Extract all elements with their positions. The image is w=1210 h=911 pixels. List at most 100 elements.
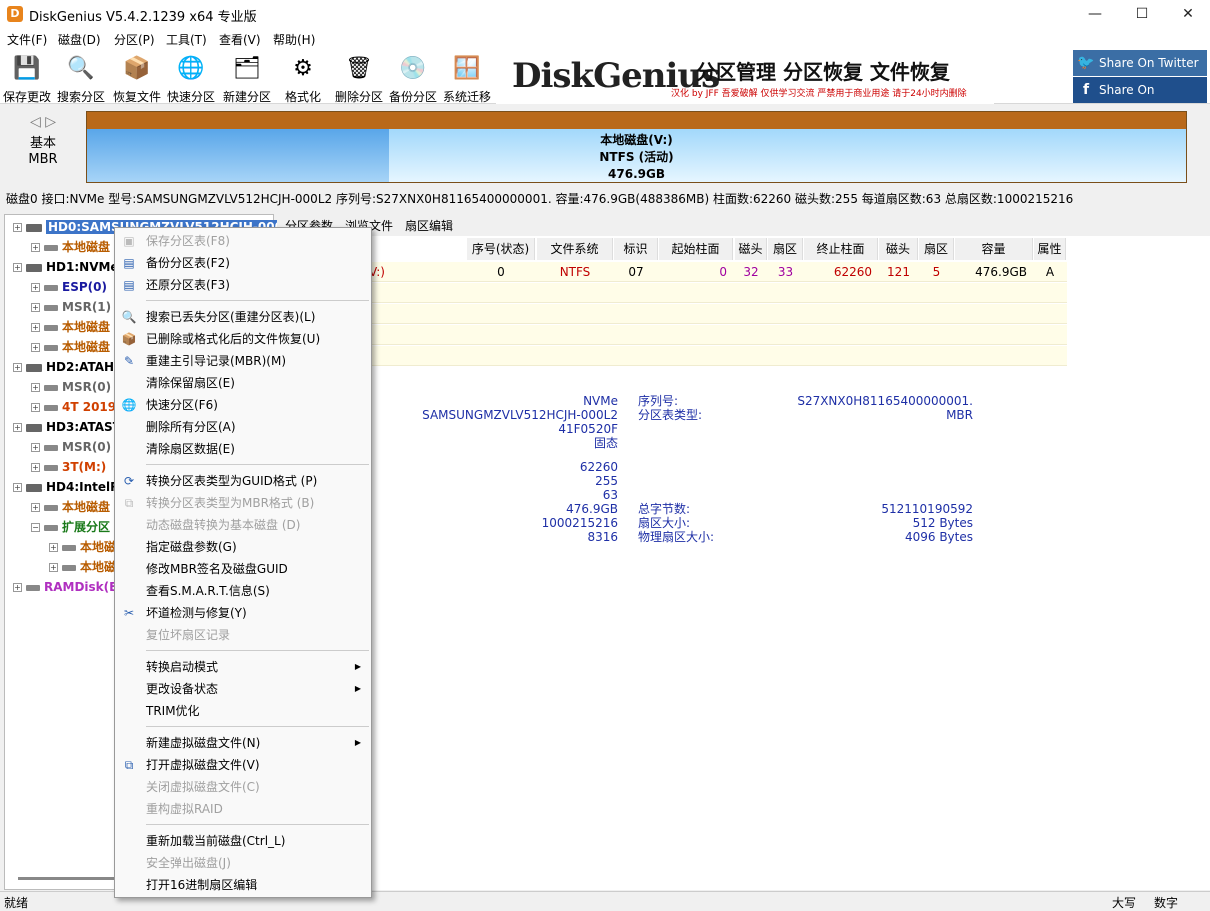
expand-icon[interactable]: − bbox=[31, 523, 40, 532]
column-header[interactable]: 扇区 bbox=[768, 238, 803, 260]
context-menu-item[interactable]: ✎ 重建主引导记录(MBR)(M) bbox=[115, 350, 371, 372]
context-menu-item[interactable]: 更改设备状态 ▶ bbox=[115, 678, 371, 700]
context-menu-item[interactable]: 🌐 快速分区(F6) bbox=[115, 394, 371, 416]
expand-icon[interactable]: + bbox=[31, 283, 40, 292]
format-button[interactable]: ⚙ 格式化 bbox=[280, 52, 326, 104]
minimize-button[interactable]: — bbox=[1072, 0, 1118, 28]
context-menu-item[interactable]: TRIM优化 bbox=[115, 700, 371, 722]
tree-partition-node[interactable]: +3T(M:) bbox=[31, 457, 106, 477]
context-menu-item[interactable]: 转换启动模式 ▶ bbox=[115, 656, 371, 678]
tree-partition-node[interactable]: + MSR(0) bbox=[31, 377, 111, 397]
table-row-empty[interactable] bbox=[277, 325, 1067, 345]
share-facebook-button[interactable]: fShare On Facebook bbox=[1073, 77, 1207, 123]
share-twitter-button[interactable]: 🐦 Share On Twitter bbox=[1073, 50, 1207, 76]
expand-icon[interactable]: + bbox=[31, 303, 40, 312]
tree-partition-node[interactable]: + 本地磁盘 bbox=[31, 337, 110, 357]
column-header[interactable]: 标识 bbox=[614, 238, 658, 260]
context-menu-item[interactable]: ⟳ 转换分区表类型为GUID格式 (P) bbox=[115, 470, 371, 492]
context-menu-item[interactable]: 打开16进制扇区编辑 bbox=[115, 874, 371, 896]
column-header[interactable]: 起始柱面 bbox=[659, 238, 733, 260]
system-migrate-button[interactable]: 🪟 系统迁移 bbox=[443, 52, 491, 104]
disk-nav-arrows[interactable]: ◁ ▷ bbox=[30, 114, 56, 130]
tree-partition-node[interactable]: + ESP(0) bbox=[31, 277, 107, 297]
tree-partition-node[interactable]: + 本地磁盘 bbox=[31, 237, 110, 257]
context-menu-item[interactable]: ▤ 备份分区表(F2) bbox=[115, 252, 371, 274]
column-header[interactable]: 属性 bbox=[1034, 238, 1066, 260]
context-menu-item[interactable]: 查看S.M.A.R.T.信息(S) bbox=[115, 580, 371, 602]
recover-files-button[interactable]: 📦 恢复文件 bbox=[113, 52, 161, 104]
table-row-empty[interactable] bbox=[277, 283, 1067, 303]
column-header[interactable]: 容量 bbox=[955, 238, 1033, 260]
menu-help[interactable]: 帮助(H) bbox=[273, 31, 315, 48]
table-row-empty[interactable] bbox=[277, 304, 1067, 324]
menu-tools[interactable]: 工具(T) bbox=[166, 31, 207, 48]
tree-disk-node[interactable]: + HD2:ATAH bbox=[13, 357, 114, 377]
context-menu-item[interactable]: 指定磁盘参数(G) bbox=[115, 536, 371, 558]
column-header[interactable]: 扇区 bbox=[919, 238, 954, 260]
context-menu-item[interactable]: 重新加载当前磁盘(Ctrl_L) bbox=[115, 830, 371, 852]
menu-separator bbox=[146, 300, 369, 301]
backup-partition-button[interactable]: 💿 备份分区 bbox=[389, 52, 437, 104]
context-menu-item[interactable]: ▤ 还原分区表(F3) bbox=[115, 274, 371, 296]
context-menu-item[interactable]: 新建虚拟磁盘文件(N) ▶ bbox=[115, 732, 371, 754]
context-menu-item[interactable]: 清除扇区数据(E) bbox=[115, 438, 371, 460]
tree-partition-node[interactable]: + 本地磁盘 bbox=[31, 497, 110, 517]
context-menu-item[interactable]: 删除所有分区(A) bbox=[115, 416, 371, 438]
tab-sector-editor[interactable]: 扇区编辑 bbox=[405, 217, 453, 234]
table-cell: 33 bbox=[777, 265, 794, 279]
save-changes-button[interactable]: 💾 保存更改 bbox=[3, 52, 51, 104]
context-menu-item[interactable]: 清除保留扇区(E) bbox=[115, 372, 371, 394]
menu-disk[interactable]: 磁盘(D) bbox=[58, 31, 101, 48]
column-header[interactable]: 文件系统 bbox=[537, 238, 613, 260]
expand-icon[interactable]: + bbox=[31, 403, 40, 412]
new-partition-button[interactable]: 🗂 新建分区 bbox=[223, 52, 271, 104]
expand-icon[interactable]: + bbox=[31, 343, 40, 352]
context-menu-item[interactable]: 🔍 搜索已丢失分区(重建分区表)(L) bbox=[115, 306, 371, 328]
context-menu-item[interactable]: 📦 已删除或格式化后的文件恢复(U) bbox=[115, 328, 371, 350]
partition-bar[interactable]: 本地磁盘(V:) NTFS (活动) 476.9GB bbox=[86, 111, 1187, 183]
expand-icon[interactable]: + bbox=[31, 323, 40, 332]
tree-disk-node[interactable]: + HD3:ATAST bbox=[13, 417, 121, 437]
column-header[interactable]: 磁头 bbox=[735, 238, 767, 260]
expand-icon[interactable]: + bbox=[13, 223, 22, 232]
search-partition-button[interactable]: 🔍 搜索分区 bbox=[57, 52, 105, 104]
tree-scrollbar[interactable] bbox=[18, 877, 120, 880]
tree-disk-node[interactable]: + HD1:NVMe bbox=[13, 257, 119, 277]
context-menu-item[interactable]: ✂ 坏道检测与修复(Y) bbox=[115, 602, 371, 624]
column-header[interactable]: 终止柱面 bbox=[804, 238, 878, 260]
quick-partition-button[interactable]: 🌐 快速分区 bbox=[167, 52, 215, 104]
disk-info-line: 磁盘0 接口:NVMe 型号:SAMSUNGMZVLV512HCJH-000L2… bbox=[0, 188, 1210, 210]
menu-partition[interactable]: 分区(P) bbox=[114, 31, 155, 48]
tree-partition-node[interactable]: +4T 2019 bbox=[31, 397, 116, 417]
menu-view[interactable]: 查看(V) bbox=[219, 31, 261, 48]
context-menu-item[interactable]: ⧉ 打开虚拟磁盘文件(V) bbox=[115, 754, 371, 776]
context-menu-item[interactable]: 修改MBR签名及磁盘GUID bbox=[115, 558, 371, 580]
maximize-button[interactable]: ☐ bbox=[1119, 0, 1165, 28]
expand-icon[interactable]: + bbox=[13, 423, 22, 432]
expand-icon[interactable]: + bbox=[13, 263, 22, 272]
tree-disk-node[interactable]: + HD4:IntelR bbox=[13, 477, 119, 497]
tree-partition-node[interactable]: + RAMDisk(E bbox=[13, 577, 117, 597]
table-row-empty[interactable] bbox=[277, 346, 1067, 366]
column-header[interactable]: 序号(状态) bbox=[467, 238, 535, 260]
expand-icon[interactable]: + bbox=[13, 583, 22, 592]
delete-partition-button[interactable]: 🗑 删除分区 bbox=[335, 52, 383, 104]
close-button[interactable]: ✕ bbox=[1165, 0, 1210, 28]
expand-icon[interactable]: + bbox=[31, 503, 40, 512]
tree-partition-node[interactable]: + 本地磁盘 bbox=[31, 317, 110, 337]
menu-file[interactable]: 文件(F) bbox=[7, 31, 47, 48]
expand-icon[interactable]: + bbox=[49, 563, 58, 572]
tree-partition-node[interactable]: + 本地磁 bbox=[49, 557, 116, 577]
expand-icon[interactable]: + bbox=[31, 463, 40, 472]
expand-icon[interactable]: + bbox=[13, 483, 22, 492]
column-header[interactable]: 磁头 bbox=[879, 238, 918, 260]
expand-icon[interactable]: + bbox=[13, 363, 22, 372]
tree-partition-node[interactable]: + MSR(0) bbox=[31, 437, 111, 457]
expand-icon[interactable]: + bbox=[31, 243, 40, 252]
expand-icon[interactable]: + bbox=[49, 543, 58, 552]
expand-icon[interactable]: + bbox=[31, 383, 40, 392]
tree-partition-node[interactable]: + MSR(1) bbox=[31, 297, 111, 317]
expand-icon[interactable]: + bbox=[31, 443, 40, 452]
tree-partition-node[interactable]: + 本地磁 bbox=[49, 537, 116, 557]
tree-partition-node[interactable]: − 扩展分区 bbox=[31, 517, 110, 537]
